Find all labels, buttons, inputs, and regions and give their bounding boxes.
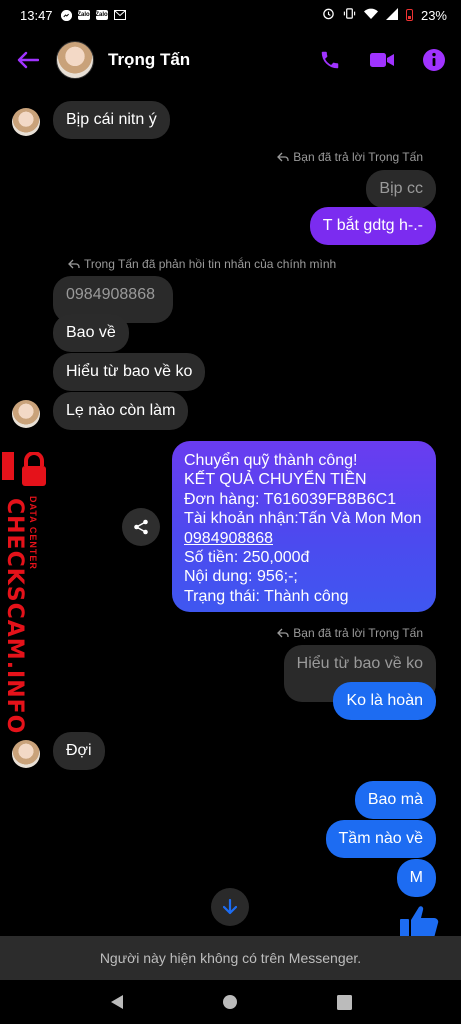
transfer-receipt-message[interactable]: Chuyển quỹ thành công! KẾT QUẢ CHUYỂN TI… — [172, 441, 436, 612]
video-call-icon[interactable] — [369, 47, 395, 73]
nav-back-icon[interactable] — [102, 987, 132, 1017]
unavailable-banner: Người này hiện không có trên Messenger. — [0, 936, 461, 980]
transfer-line: Trạng thái: Thành công — [184, 587, 349, 605]
sender-avatar[interactable] — [12, 400, 40, 428]
reply-icon — [277, 628, 289, 638]
message-outgoing[interactable]: T bắt gdtg h-.- — [309, 207, 436, 245]
system-nav-bar — [0, 980, 461, 1024]
message-outgoing[interactable]: Tầm nào về — [325, 820, 436, 858]
battery-icon — [405, 9, 413, 21]
clock: 13:47 — [20, 7, 53, 23]
message-incoming[interactable]: Lẹ nào còn làm — [53, 392, 189, 430]
message-incoming[interactable]: Bịp cái nitn ý — [53, 101, 170, 139]
zalo-icon: Zalo — [77, 10, 90, 20]
reply-note: Bạn đã trả lời Trọng Tấn — [277, 150, 423, 164]
sender-avatar[interactable] — [12, 108, 40, 136]
transfer-line: Tài khoản nhận:Tấn Và Mon Mon — [184, 510, 422, 528]
battery-percent: 23% — [420, 7, 447, 23]
phone-call-icon[interactable] — [317, 47, 343, 73]
status-right: 23% — [322, 7, 447, 23]
contact-name[interactable]: Trọng Tấn — [108, 50, 190, 70]
watermark-text: CHECKSCAM.INFO — [2, 498, 27, 735]
scroll-to-bottom-button[interactable] — [211, 888, 249, 926]
nav-recents-icon[interactable] — [329, 987, 359, 1017]
message-outgoing[interactable]: Ko là hoàn — [333, 682, 436, 720]
gmail-icon — [113, 8, 126, 23]
message-incoming[interactable]: Hiểu từ bao về ko — [53, 353, 206, 391]
message-incoming[interactable]: Bao về — [53, 314, 129, 352]
contact-avatar[interactable] — [56, 41, 94, 79]
phone-number-link[interactable]: 0984908868 — [184, 529, 424, 548]
alarm-icon — [322, 7, 335, 23]
vibrate-icon — [343, 7, 356, 23]
reply-note-text: Trọng Tấn đã phản hồi tin nhắn của chính… — [84, 257, 337, 271]
message-outgoing[interactable]: Bao mà — [354, 781, 436, 819]
zalo-icon: Zalo — [95, 10, 108, 20]
back-arrow-icon[interactable] — [12, 44, 44, 76]
message-incoming[interactable]: Đợi — [53, 732, 105, 770]
info-icon[interactable] — [421, 47, 447, 73]
reply-note: Trọng Tấn đã phản hồi tin nhắn của chính… — [68, 257, 336, 271]
reply-icon — [277, 152, 289, 162]
transfer-line: KẾT QUẢ CHUYỂN TIỀN — [184, 471, 367, 489]
notification-icons: Zalo Zalo — [60, 8, 126, 23]
transfer-line: Chuyển quỹ thành công! — [184, 452, 358, 469]
sender-avatar[interactable] — [12, 740, 40, 768]
status-bar: 13:47 Zalo Zalo 23% — [0, 0, 461, 30]
transfer-line: Nội dung: 956;-; — [184, 568, 298, 586]
reply-note: Bạn đã trả lời Trọng Tấn — [277, 626, 423, 640]
unavailable-text: Người này hiện không có trên Messenger. — [99, 950, 362, 966]
messenger-icon — [60, 9, 72, 21]
watermark-subtext: DATA CENTER — [28, 496, 38, 570]
reply-icon — [68, 259, 80, 269]
message-outgoing[interactable]: M — [396, 859, 436, 897]
transfer-line: Số tiền: 250,000đ — [184, 549, 310, 567]
quoted-message[interactable]: Bịp cc — [366, 170, 436, 208]
share-icon[interactable] — [122, 508, 160, 546]
wifi-icon — [363, 8, 378, 23]
reply-note-text: Bạn đã trả lời Trọng Tấn — [293, 626, 423, 640]
arrow-down-icon — [223, 899, 237, 915]
transfer-line: Đơn hàng: T616039FB8B6C1 — [184, 490, 397, 508]
watermark-lock-icon — [2, 451, 48, 495]
reply-note-text: Bạn đã trả lời Trọng Tấn — [293, 150, 423, 164]
signal-icon — [385, 7, 398, 23]
nav-home-icon[interactable] — [215, 987, 245, 1017]
conversation-header: Trọng Tấn — [0, 36, 461, 84]
